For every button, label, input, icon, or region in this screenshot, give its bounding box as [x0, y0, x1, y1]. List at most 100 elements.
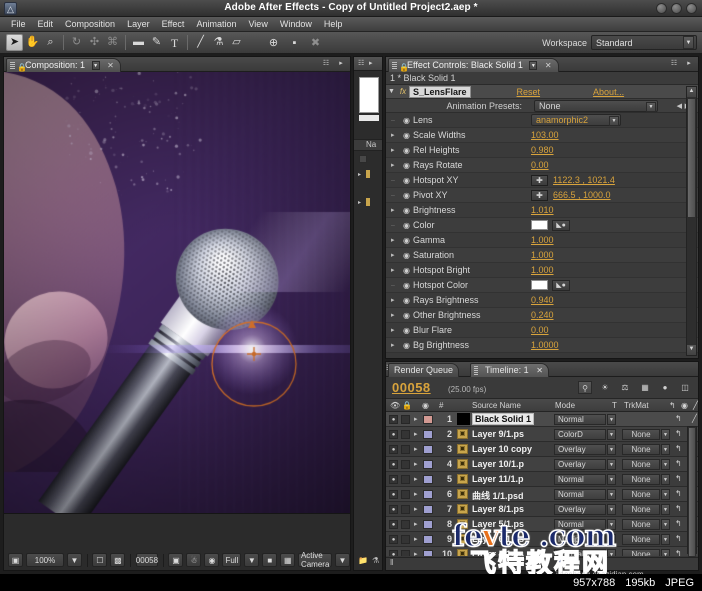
- project-row-1[interactable]: [357, 153, 381, 164]
- blend-mode-value[interactable]: Normal: [554, 414, 606, 425]
- delete-icon[interactable]: ⚗: [372, 556, 379, 568]
- close-icon-3[interactable]: ✕: [536, 366, 543, 375]
- layer-color-swatch[interactable]: [423, 535, 433, 544]
- chevron-down-icon[interactable]: ▼: [607, 459, 616, 470]
- layer-name[interactable]: Layer 9/1.ps: [472, 429, 524, 439]
- layer-color-swatch[interactable]: [423, 415, 433, 424]
- stopwatch-icon[interactable]: ◉: [400, 281, 413, 290]
- title-safe-icon[interactable]: ☐: [92, 553, 107, 567]
- chevron-down-icon[interactable]: ▼: [607, 474, 616, 485]
- lock-toggle-icon[interactable]: [401, 550, 410, 556]
- shy-toggle-icon[interactable]: ↰: [675, 459, 682, 468]
- eye-icon[interactable]: ●: [389, 430, 398, 439]
- chevron-down-icon[interactable]: ▼: [607, 489, 616, 500]
- twirl-right-icon[interactable]: ▸: [386, 146, 400, 154]
- blend-mode-value[interactable]: Normal: [554, 474, 606, 485]
- snapping-icon[interactable]: ✖: [307, 35, 324, 52]
- chevron-down-icon[interactable]: ▼: [67, 553, 82, 567]
- chevron-down-icon[interactable]: ▼: [683, 36, 694, 49]
- project-row-2[interactable]: ▸: [357, 169, 381, 180]
- twirl-right-icon[interactable]: ▸: [386, 236, 400, 244]
- effect-property-row[interactable]: ▸ ◉ Brightness 1.010: [386, 203, 698, 218]
- chevron-down-icon[interactable]: ▼: [661, 519, 670, 530]
- effect-name[interactable]: S_LensFlare: [409, 86, 471, 98]
- chevron-down-icon[interactable]: ▼: [607, 519, 616, 530]
- lock-toggle-icon[interactable]: [401, 460, 410, 469]
- shy-toggle-icon[interactable]: ↰: [675, 444, 682, 453]
- fit-icon[interactable]: ▣: [8, 553, 23, 567]
- twirl-right-icon[interactable]: ▸: [386, 161, 400, 169]
- quality-toggle-icon[interactable]: ╱: [692, 414, 697, 423]
- reset-button[interactable]: Reset: [517, 87, 541, 97]
- eraser-tool[interactable]: ▱: [228, 34, 245, 51]
- track-matte-value[interactable]: None: [622, 534, 660, 545]
- header-lock-icon[interactable]: 🔒: [402, 401, 412, 410]
- shy-toggle-icon[interactable]: ↰: [675, 519, 682, 528]
- blend-mode-value[interactable]: Normal: [554, 549, 606, 556]
- chevron-down-icon[interactable]: ▼: [661, 459, 670, 470]
- channel-color-icon[interactable]: ◉: [204, 553, 219, 567]
- project-column-header[interactable]: Na: [354, 139, 382, 151]
- preset-prev-icon[interactable]: ◀: [677, 102, 682, 110]
- draft-3d-icon[interactable]: ⚖: [618, 381, 632, 394]
- lock-icon-2[interactable]: 🔒: [399, 61, 409, 74]
- twirl-right-icon[interactable]: ▸: [386, 206, 400, 214]
- twirl-right-icon[interactable]: ▸: [386, 131, 400, 139]
- brush-tool[interactable]: ╱: [192, 34, 209, 51]
- shy-toggle-icon[interactable]: ↰: [675, 414, 682, 423]
- menu-window[interactable]: Window: [274, 18, 318, 30]
- panel-grip-icon[interactable]: [10, 62, 15, 70]
- chevron-down-icon[interactable]: ▼: [609, 116, 619, 126]
- blend-mode-value[interactable]: Overlay: [554, 444, 606, 455]
- menu-layer[interactable]: Layer: [121, 18, 156, 30]
- chevron-down-icon[interactable]: ▼: [607, 549, 616, 556]
- project-tabbar[interactable]: ☷ ▸: [354, 57, 382, 71]
- table-row[interactable]: ●▸3▣Layer 10 copyOverlay▼None▼↰╱: [386, 442, 698, 457]
- chevron-down-icon[interactable]: ▼: [607, 414, 616, 425]
- shy-toggle-icon[interactable]: ↰: [675, 504, 682, 513]
- layer-color-swatch[interactable]: [423, 490, 433, 499]
- effect-property-row[interactable]: – ◉ Pivot XY ✚ 666.5 , 1000.0: [386, 188, 698, 203]
- property-value[interactable]: 0.00: [531, 160, 549, 170]
- twirl-icon[interactable]: ▸: [358, 171, 361, 178]
- header-source-name[interactable]: Source Name: [472, 401, 521, 410]
- toggle-icon[interactable]: ▪: [286, 35, 303, 52]
- lock-toggle-icon[interactable]: [401, 520, 410, 529]
- frame-blend-icon[interactable]: ◫: [678, 381, 692, 394]
- track-matte-value[interactable]: None: [622, 489, 660, 500]
- track-matte-value[interactable]: None: [622, 519, 660, 530]
- twirl-right-icon[interactable]: ▸: [386, 296, 400, 304]
- property-value[interactable]: 1.000: [531, 250, 554, 260]
- stopwatch-icon[interactable]: ◉: [400, 146, 413, 155]
- table-row[interactable]: ●▸8▣Layer 5/1.psNormal▼None▼↰╱ƒ: [386, 517, 698, 532]
- blend-mode-value[interactable]: Overlay: [554, 459, 606, 470]
- effect-property-row[interactable]: ▸ ◉ Saturation 1.000: [386, 248, 698, 263]
- layer-name[interactable]: Layer 4/1.ps: [472, 549, 524, 556]
- layer-color-swatch[interactable]: [423, 460, 433, 469]
- timeline-current-time[interactable]: 00058: [392, 380, 431, 395]
- effect-property-row[interactable]: ▸ ◉ Other Brightness 0.240: [386, 308, 698, 323]
- header-t[interactable]: T: [612, 401, 617, 410]
- composition-viewer[interactable]: [4, 72, 350, 515]
- menu-help[interactable]: Help: [318, 18, 349, 30]
- effect-property-row[interactable]: ▸ ◉ Rays Brightness 0.940: [386, 293, 698, 308]
- search-icon[interactable]: ⚲: [578, 381, 592, 394]
- stopwatch-icon[interactable]: ◉: [400, 236, 413, 245]
- property-value[interactable]: 0.240: [531, 310, 554, 320]
- resolution-value[interactable]: Full: [222, 553, 241, 567]
- twirl-right-icon[interactable]: ▸: [414, 550, 418, 556]
- twirl-right-icon[interactable]: ▸: [386, 266, 400, 274]
- panel-grip-icon-3[interactable]: [392, 62, 397, 70]
- chevron-down-icon[interactable]: ▼: [607, 444, 616, 455]
- stopwatch-icon[interactable]: ◉: [400, 221, 413, 230]
- panel-grip-icon-4[interactable]: [474, 366, 478, 375]
- menu-view[interactable]: View: [242, 18, 273, 30]
- chevron-down-icon[interactable]: ▼: [661, 474, 670, 485]
- lens-select[interactable]: anamorphic2 ▼: [531, 114, 621, 126]
- menu-animation[interactable]: Animation: [190, 18, 242, 30]
- blend-mode-value[interactable]: Normal: [554, 519, 606, 530]
- effect-scrollbar[interactable]: ▲ ▼: [686, 86, 697, 356]
- chevron-down-icon-4[interactable]: ▼: [529, 61, 537, 70]
- table-row[interactable]: ●▸2▣Layer 9/1.psColorD▼None▼↰╱ƒ: [386, 427, 698, 442]
- lock-toggle-icon[interactable]: [401, 505, 410, 514]
